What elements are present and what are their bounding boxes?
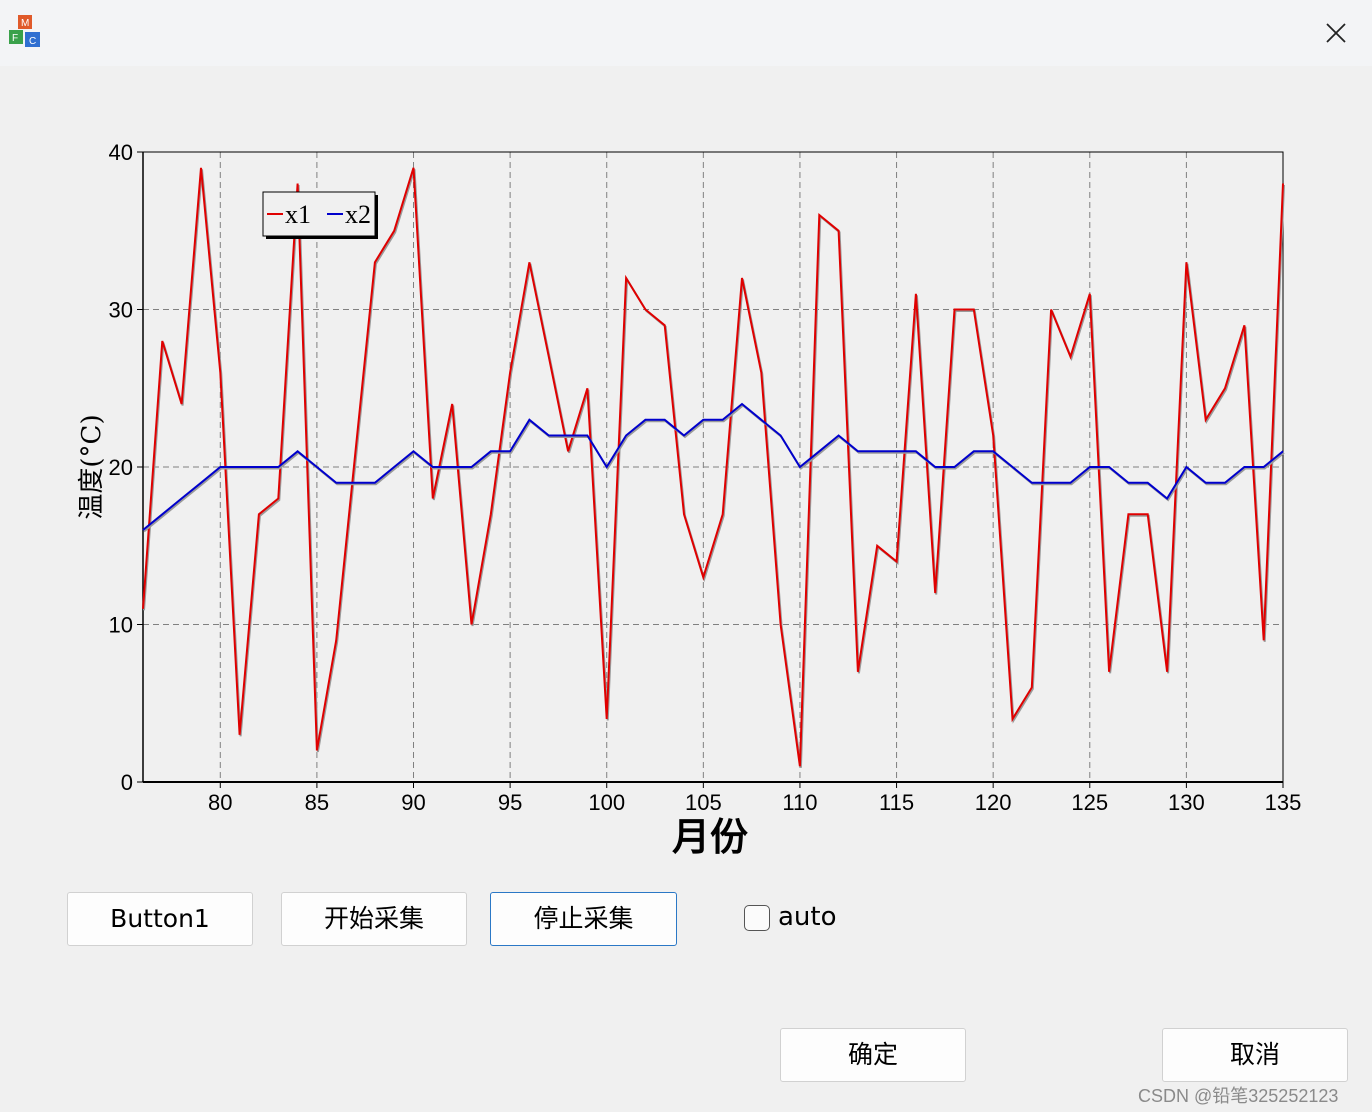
y-axis-title: 温度(°C) xyxy=(77,414,107,519)
auto-checkbox-label: auto xyxy=(778,902,837,932)
watermark: CSDN @铅笔325252123 xyxy=(1138,1086,1339,1106)
x-tick-label: 130 xyxy=(1168,790,1205,815)
y-tick-label: 20 xyxy=(109,455,133,480)
x-tick-label: 120 xyxy=(975,790,1012,815)
start-collect-button[interactable]: 开始采集 xyxy=(281,892,467,946)
y-tick-label: 0 xyxy=(121,770,133,795)
x-tick-label: 80 xyxy=(208,790,232,815)
x-tick-label: 125 xyxy=(1071,790,1108,815)
close-icon xyxy=(1326,23,1346,43)
x-tick-label: 85 xyxy=(305,790,329,815)
x-tick-label: 100 xyxy=(588,790,625,815)
x-axis-title: 月份 xyxy=(672,815,748,859)
svg-text:M: M xyxy=(21,18,29,29)
button1[interactable]: Button1 xyxy=(67,892,253,946)
x-tick-label: 95 xyxy=(498,790,522,815)
app-cube-icon: M F C xyxy=(9,15,40,47)
series-x2-shadow xyxy=(143,404,1285,533)
svg-text:C: C xyxy=(29,36,36,47)
temperature-chart: 80 85 90 95 100 105 110 115 120 125 130 135 0 10 20 30 4… xyxy=(77,140,1302,859)
y-tick-label: 30 xyxy=(109,298,133,323)
x-tick-label: 110 xyxy=(782,790,817,815)
x-tick-label: 135 xyxy=(1265,790,1302,815)
y-tick-label: 40 xyxy=(109,140,133,165)
close-button[interactable] xyxy=(1312,10,1360,56)
ok-button[interactable]: 确定 xyxy=(780,1028,966,1082)
x-tick-label: 90 xyxy=(401,790,425,815)
legend-label-x2: x2 xyxy=(345,200,371,229)
y-tick-label: 10 xyxy=(109,613,133,638)
legend-label-x1: x1 xyxy=(285,200,311,229)
auto-checkbox-box[interactable] xyxy=(744,905,770,931)
svg-text:F: F xyxy=(12,33,18,44)
x-tick-label: 115 xyxy=(879,790,914,815)
x-tick-label: 105 xyxy=(685,790,722,815)
cancel-button[interactable]: 取消 xyxy=(1162,1028,1348,1082)
stop-collect-button[interactable]: 停止采集 xyxy=(490,892,677,946)
title-bar: M F C xyxy=(0,0,1372,66)
